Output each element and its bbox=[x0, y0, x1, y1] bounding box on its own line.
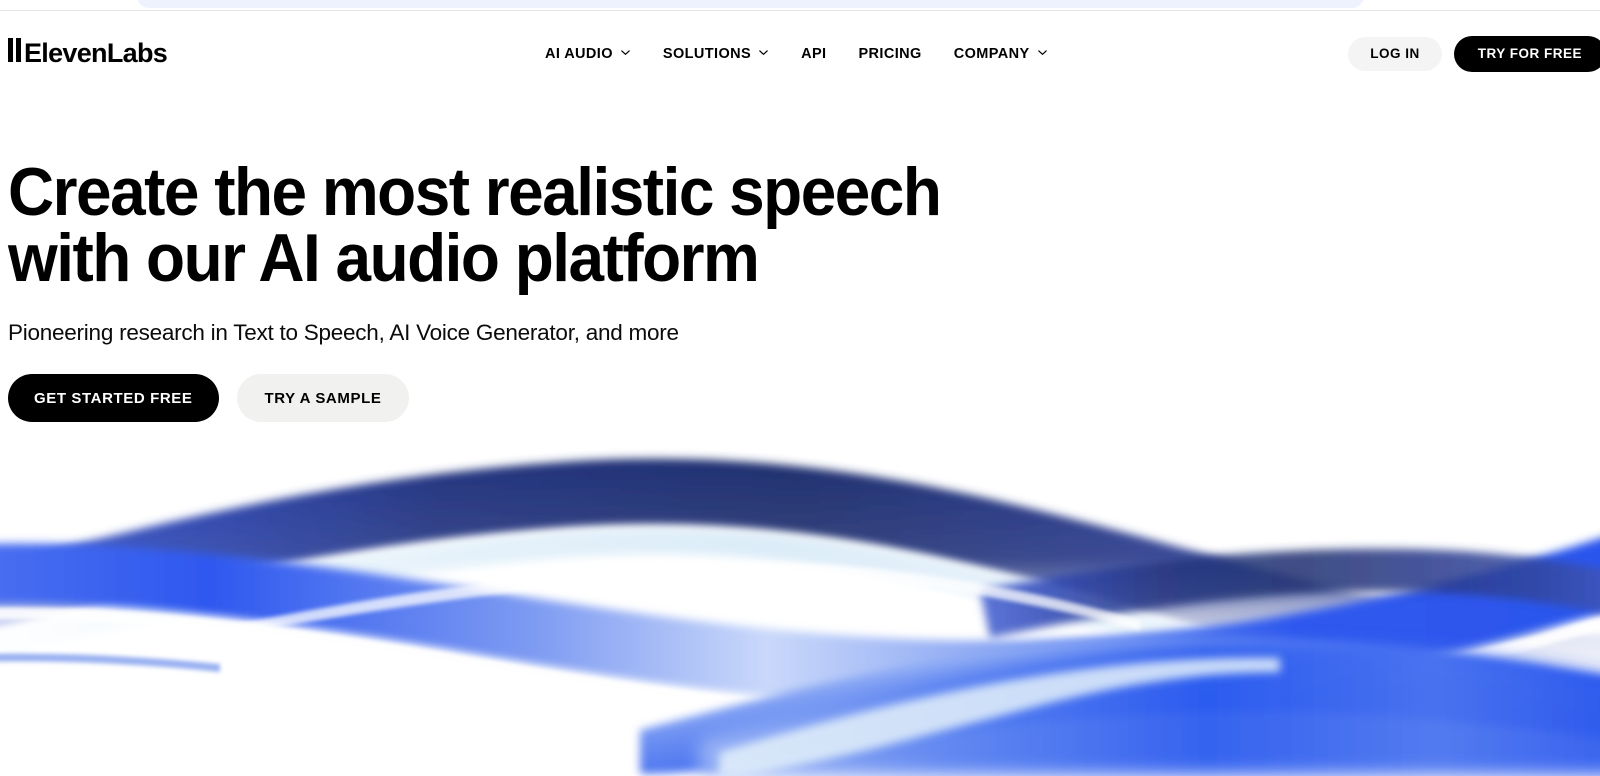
page-root: ElevenLabs AI AUDIO SOLUTIONS API PRICIN… bbox=[0, 0, 1600, 776]
audio-wave-graphic bbox=[0, 440, 1600, 776]
nav-label-company: COMPANY bbox=[953, 45, 1030, 62]
site-header: ElevenLabs AI AUDIO SOLUTIONS API PRICIN… bbox=[0, 11, 1600, 96]
nav-label-pricing: PRICING bbox=[858, 45, 922, 62]
nav-label-api: API bbox=[801, 45, 827, 62]
chevron-down-icon bbox=[620, 47, 631, 58]
brand-name: ElevenLabs bbox=[24, 37, 168, 68]
hero-cta-group: GET STARTED FREE TRY A SAMPLE bbox=[8, 374, 1008, 423]
nav-item-company[interactable]: COMPANY bbox=[938, 39, 1064, 69]
nav-label-ai-audio: AI AUDIO bbox=[545, 45, 613, 62]
chevron-down-icon bbox=[758, 47, 769, 58]
nav-item-solutions[interactable]: SOLUTIONS bbox=[647, 39, 785, 69]
nav-item-pricing[interactable]: PRICING bbox=[842, 39, 937, 69]
brand-logo[interactable]: ElevenLabs bbox=[8, 37, 168, 70]
nav-item-ai-audio[interactable]: AI AUDIO bbox=[545, 39, 647, 69]
main-navigation: AI AUDIO SOLUTIONS API PRICING COMPANY bbox=[545, 39, 1064, 69]
nav-label-solutions: SOLUTIONS bbox=[662, 45, 752, 62]
try-a-sample-button[interactable]: TRY A SAMPLE bbox=[236, 374, 410, 423]
try-for-free-button[interactable]: TRY FOR FREE bbox=[1453, 35, 1600, 72]
elevenlabs-bars-icon bbox=[8, 37, 21, 63]
promo-banner-remnant bbox=[137, 0, 1364, 8]
hero-subtitle: Pioneering research in Text to Speech, A… bbox=[8, 319, 679, 345]
log-in-button[interactable]: LOG IN bbox=[1348, 36, 1442, 71]
page-title: Create the most realistic speech with ou… bbox=[8, 154, 942, 296]
chevron-down-icon bbox=[1037, 47, 1048, 58]
get-started-free-button[interactable]: GET STARTED FREE bbox=[8, 374, 219, 423]
header-actions: LOG IN TRY FOR FREE bbox=[1348, 35, 1600, 72]
hero-section: Create the most realistic speech with ou… bbox=[8, 154, 1008, 423]
nav-item-api[interactable]: API bbox=[785, 39, 842, 69]
